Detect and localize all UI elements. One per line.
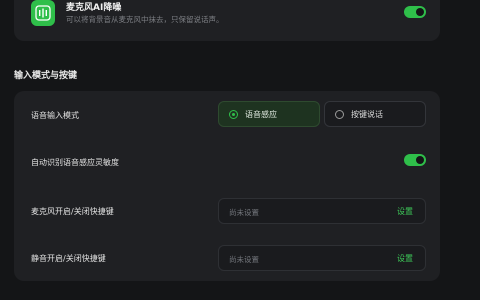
mic-hotkey-set-button[interactable]: 设置	[397, 206, 413, 217]
mute-hotkey-set-button[interactable]: 设置	[397, 253, 413, 264]
auto-sensitivity-toggle[interactable]	[404, 154, 426, 166]
radio-unselected-icon	[335, 109, 344, 119]
option-voice-activation[interactable]: 语音感应	[218, 101, 320, 127]
section-title: 输入模式与按键	[14, 71, 78, 81]
mute-hotkey-label: 静音开启/关闭快捷键	[31, 254, 106, 263]
mic-hotkey-placeholder: 尚未设置	[229, 208, 259, 217]
mic-hotkey-label: 麦克风开启/关闭快捷键	[31, 207, 114, 216]
mic-hotkey-field[interactable]: 尚未设置 设置	[218, 198, 426, 224]
mute-hotkey-placeholder: 尚未设置	[229, 255, 259, 264]
toggle-knob	[416, 8, 424, 16]
microphone-waveform-icon	[31, 0, 55, 26]
voice-mode-label: 语音输入模式	[31, 111, 79, 120]
noise-reduction-toggle[interactable]	[404, 6, 426, 18]
noise-reduction-title: 麦克风AI降噪	[66, 3, 122, 13]
radio-selected-icon	[229, 109, 238, 119]
option-label: 语音感应	[245, 109, 277, 119]
toggle-knob	[416, 156, 424, 164]
mute-hotkey-field[interactable]: 尚未设置 设置	[218, 245, 426, 271]
option-label: 按键说话	[351, 109, 383, 119]
option-push-to-talk[interactable]: 按键说话	[324, 101, 426, 127]
auto-sensitivity-label: 自动识别语音感应灵敏度	[31, 158, 119, 167]
noise-reduction-description: 可以将背景音从麦克风中抹去，只保留说话声。	[66, 15, 224, 24]
